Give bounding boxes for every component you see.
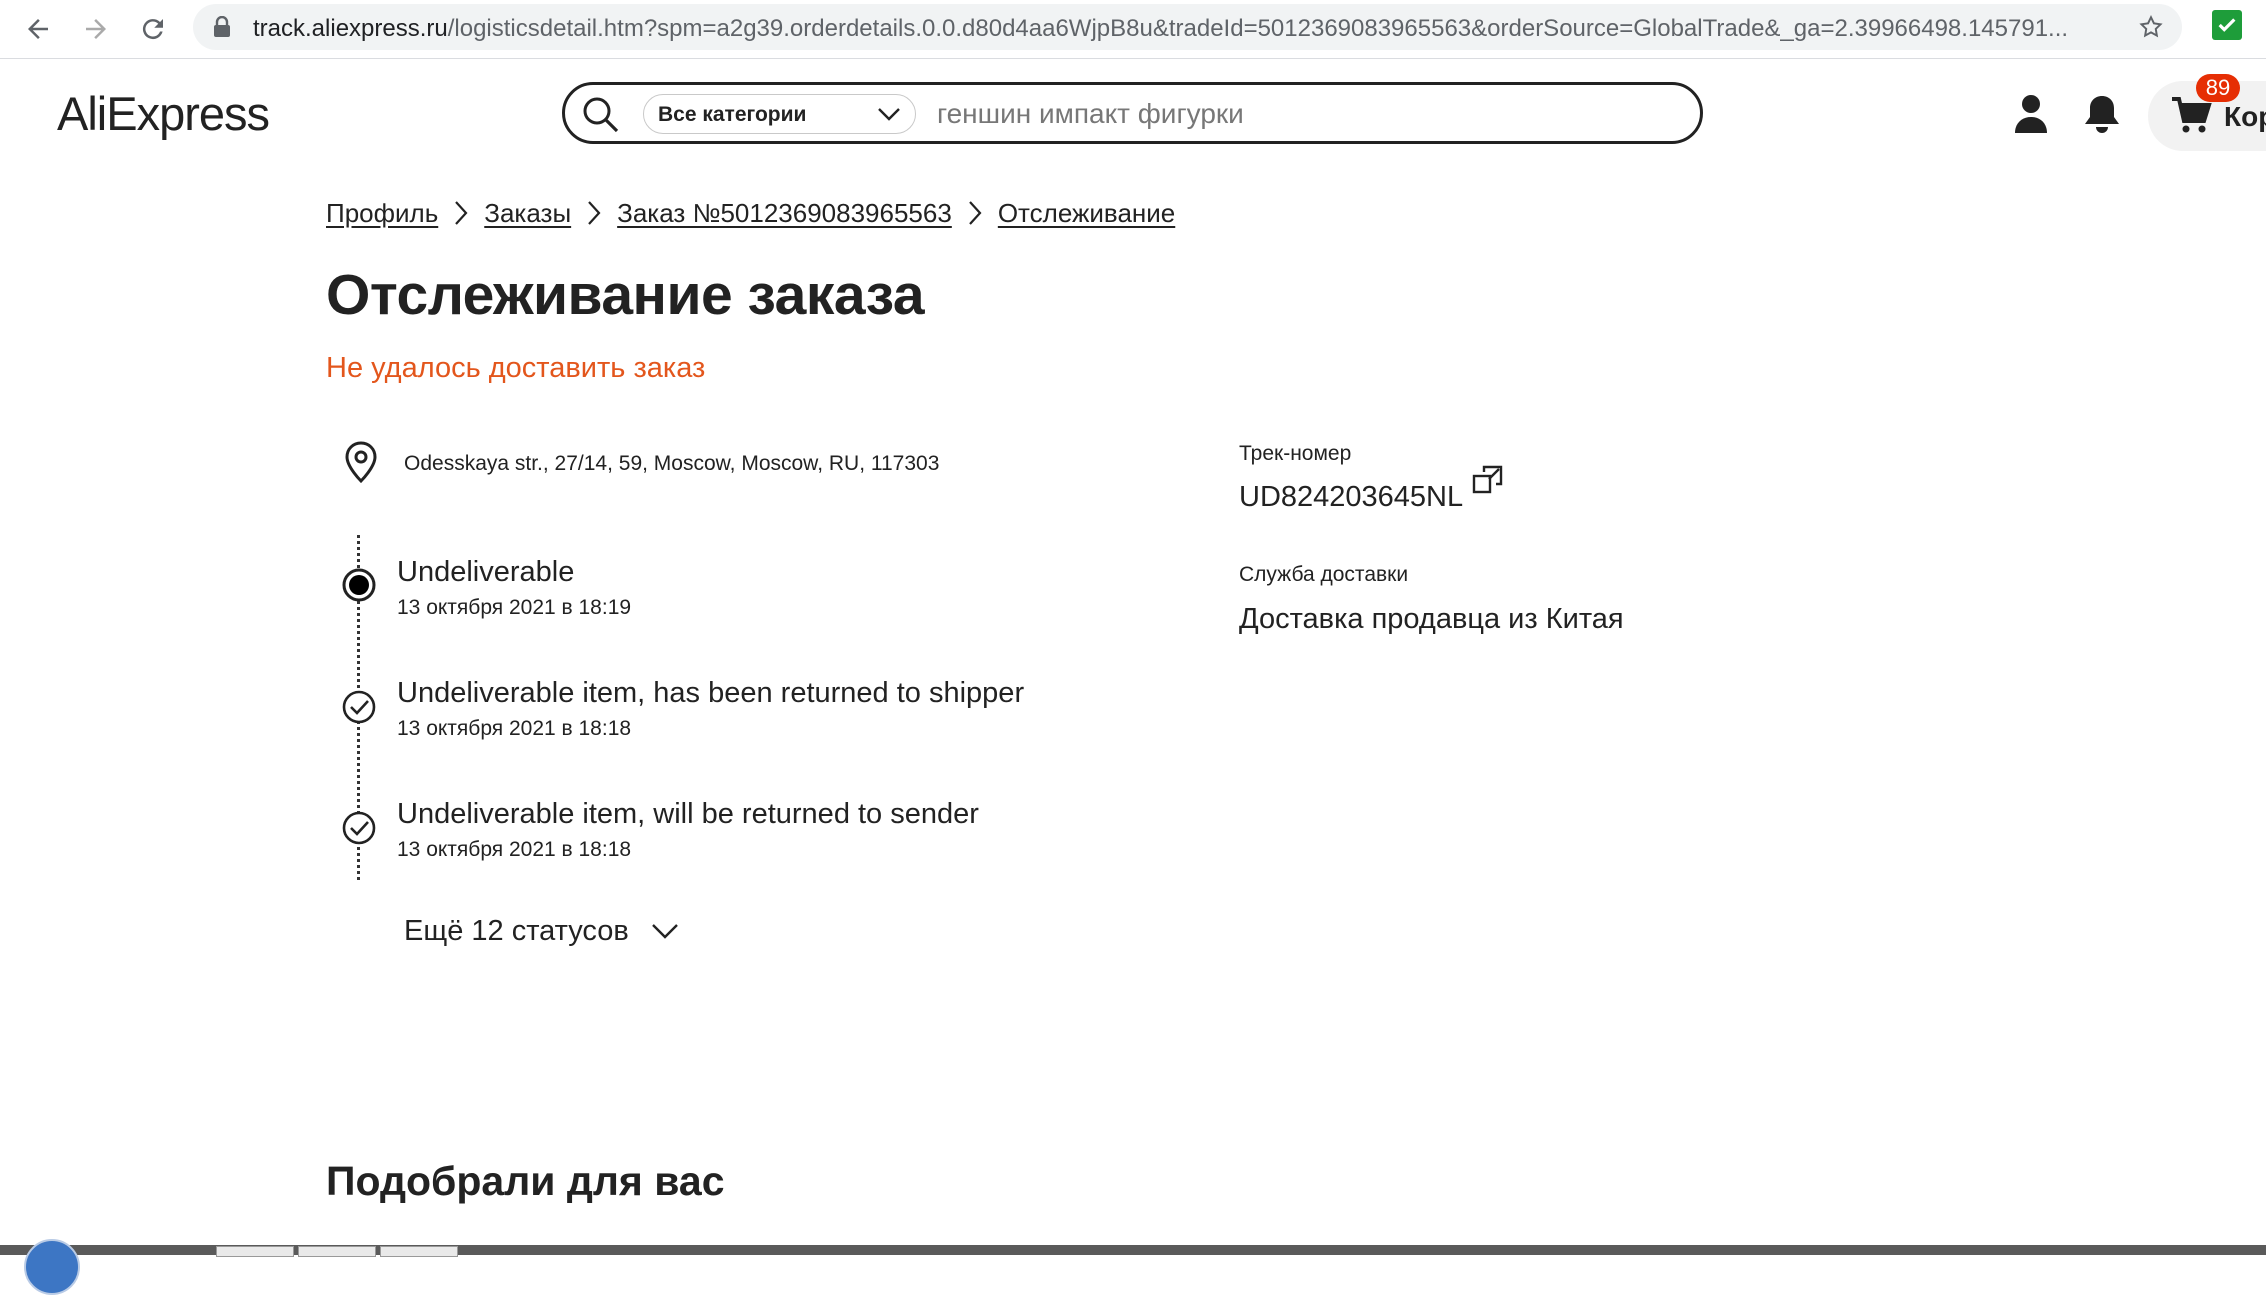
chevron-right-icon	[454, 200, 468, 226]
chevron-right-icon	[587, 200, 601, 226]
chevron-down-icon	[877, 105, 901, 128]
extension-check-icon[interactable]	[2212, 10, 2242, 40]
bell-icon[interactable]	[2082, 93, 2122, 140]
breadcrumb-profile[interactable]: Профиль	[326, 198, 438, 229]
user-icon[interactable]	[2013, 93, 2049, 140]
breadcrumb-order[interactable]: Заказ №5012369083965563	[617, 198, 952, 229]
taskbar-app-button[interactable]	[216, 1246, 294, 1257]
page-title: Отслеживание заказа	[326, 263, 925, 327]
check-circle-icon	[342, 690, 376, 729]
current-status-dot-icon	[342, 568, 376, 607]
delivery-address: Odesskaya str., 27/14, 59, Moscow, Mosco…	[404, 452, 940, 475]
category-select[interactable]: Все категории	[643, 94, 916, 134]
carrier-label: Служба доставки	[1239, 563, 1409, 586]
category-label: Все категории	[658, 103, 807, 126]
timeline-item-date: 13 октября 2021 в 18:18	[397, 717, 632, 740]
cart-icon	[2170, 95, 2212, 140]
chevron-down-icon	[651, 915, 679, 948]
timeline-item-title: Undeliverable item, has been returned to…	[397, 677, 1025, 709]
address-bar[interactable]: track.aliexpress.ru/logisticsdetail.htm?…	[193, 4, 2182, 50]
show-more-statuses-button[interactable]: Ещё 12 статусов	[404, 915, 679, 948]
forward-icon[interactable]	[75, 8, 117, 50]
recommendations-heading: Подобрали для вас	[326, 1158, 725, 1204]
show-more-label: Ещё 12 статусов	[404, 915, 629, 947]
start-button[interactable]	[24, 1239, 80, 1295]
carrier-value: Доставка продавца из Китая	[1239, 603, 1624, 635]
url-text: track.aliexpress.ru/logisticsdetail.htm?…	[253, 15, 2069, 42]
timeline-item-title: Undeliverable	[397, 556, 575, 588]
timeline-item-date: 13 октября 2021 в 18:19	[397, 596, 632, 619]
aliexpress-logo[interactable]: AliExpress	[57, 86, 270, 141]
breadcrumb: Профиль Заказы Заказ №5012369083965563 О…	[326, 196, 1175, 230]
search-input[interactable]	[935, 91, 1679, 137]
cart-label: Кор	[2224, 101, 2266, 132]
star-icon[interactable]	[2138, 14, 2164, 45]
location-pin-icon	[344, 441, 378, 488]
track-number-label: Трек-номер	[1239, 442, 1352, 465]
chevron-right-icon	[968, 200, 982, 226]
search-bar: Все категории	[562, 82, 1703, 144]
breadcrumb-orders[interactable]: Заказы	[484, 198, 571, 229]
taskbar-app-button[interactable]	[298, 1246, 376, 1257]
order-status-text: Не удалось доставить заказ	[326, 352, 706, 384]
timeline-item-date: 13 октября 2021 в 18:18	[397, 838, 632, 861]
track-number-value: UD824203645NL	[1239, 481, 1464, 513]
reload-icon[interactable]	[132, 8, 174, 50]
copy-icon[interactable]	[1472, 464, 1504, 501]
breadcrumb-tracking[interactable]: Отслеживание	[998, 198, 1175, 229]
back-icon[interactable]	[17, 8, 59, 50]
search-icon[interactable]	[581, 95, 621, 140]
browser-toolbar: track.aliexpress.ru/logisticsdetail.htm?…	[0, 0, 2266, 59]
cart-count-badge: 89	[2196, 74, 2240, 102]
taskbar-app-button[interactable]	[380, 1246, 458, 1257]
lock-icon	[213, 15, 231, 43]
check-circle-icon	[342, 811, 376, 850]
timeline-item-title: Undeliverable item, will be returned to …	[397, 798, 979, 830]
